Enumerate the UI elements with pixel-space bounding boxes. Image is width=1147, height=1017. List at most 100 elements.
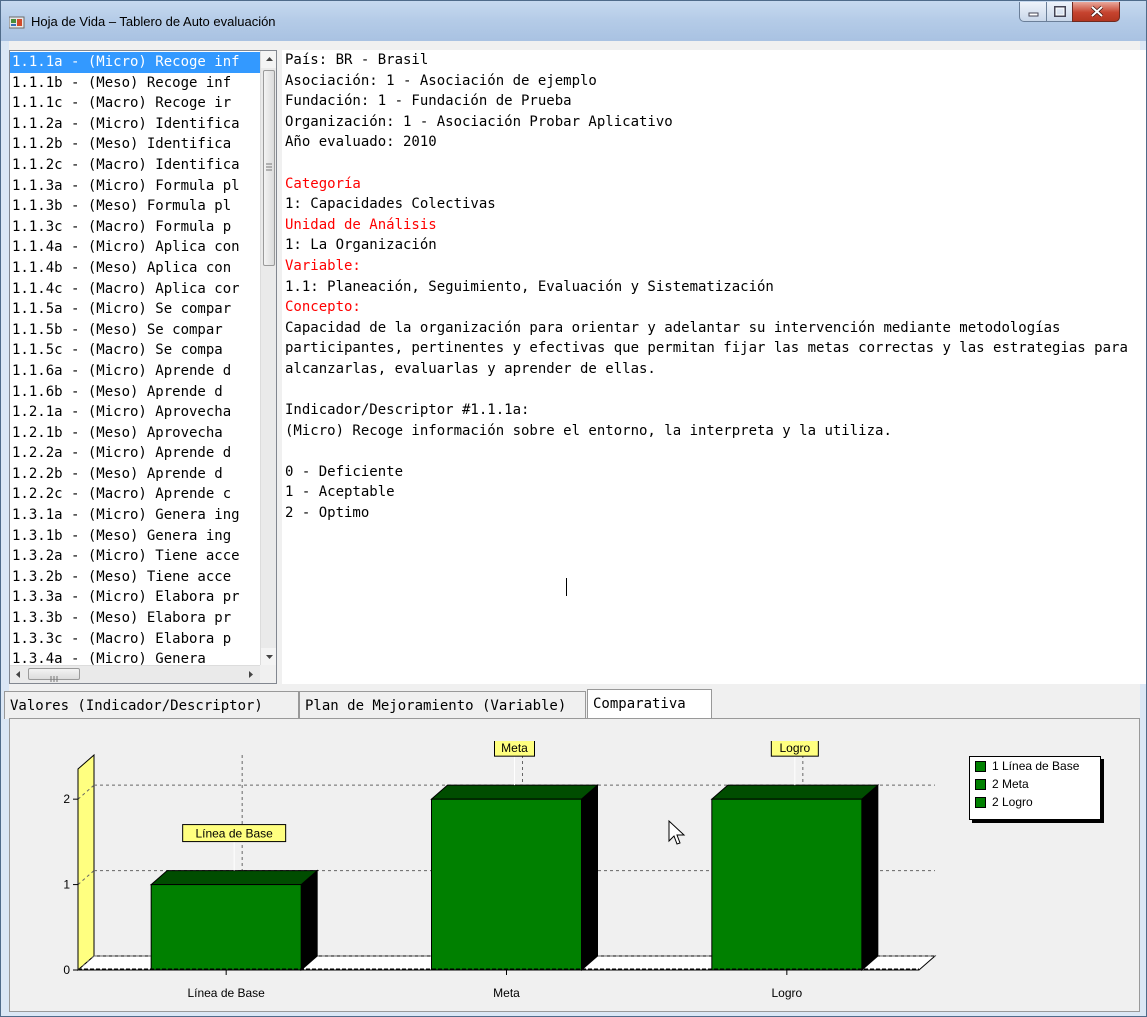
legend-entry: 1 Línea de Base — [970, 757, 1100, 775]
list-item[interactable]: 1.3.1a - (Micro) Genera ing — [10, 505, 260, 526]
list-item[interactable]: 1.3.1b - (Meso) Genera ing — [10, 526, 260, 547]
legend-label: 2 Logro — [992, 795, 1033, 809]
bar — [711, 798, 863, 971]
maximize-button[interactable] — [1046, 2, 1073, 22]
legend-swatch — [975, 779, 986, 790]
tab-comparativa[interactable]: Comparativa — [587, 689, 712, 719]
bar — [431, 798, 582, 971]
list-item[interactable]: 1.3.2a - (Micro) Tiene acce — [10, 546, 260, 567]
comparison-chart: 0 1 2 Línea de Base Línea de Base Meta Meta Log… — [63, 741, 937, 1000]
list-item[interactable]: 1.1.1c - (Macro) Recoge ir — [10, 93, 260, 114]
list-item[interactable]: 1.1.6b - (Meso) Aprende d — [10, 382, 260, 403]
x-tick-label: Línea de Base — [187, 986, 265, 1000]
bar-side — [861, 784, 879, 972]
tab-plan-mejoramiento[interactable]: Plan de Mejoramiento (Variable) — [299, 691, 586, 719]
mark-label: Meta — [501, 741, 528, 755]
list-item[interactable]: 1.1.5c - (Macro) Se compa — [10, 340, 260, 361]
y-tick-label: 2 — [63, 792, 70, 806]
list-item[interactable]: 1.1.2a - (Micro) Identifica — [10, 114, 260, 135]
detail-line: 1 - Aceptable — [285, 484, 395, 501]
list-item[interactable]: 1.1.3c - (Macro) Formula p — [10, 217, 260, 238]
detail-line: 1: Capacidades Colectivas — [285, 196, 496, 213]
legend-entry: 2 Logro — [970, 793, 1100, 811]
list-item[interactable]: 1.3.3c - (Macro) Elabora p — [10, 629, 260, 650]
list-hscroll-thumb[interactable] — [28, 668, 80, 682]
list-item[interactable]: 1.3.3a - (Micro) Elabora pr — [10, 587, 260, 608]
list-item[interactable]: 1.1.5a - (Micro) Se compar — [10, 299, 260, 320]
list-item[interactable]: 1.3.2b - (Meso) Tiene acce — [10, 567, 260, 588]
list-item[interactable]: 1.1.3b - (Meso) Formula pl — [10, 196, 260, 217]
y-tick-label: 0 — [63, 963, 70, 977]
x-tick-label: Logro — [771, 986, 802, 1000]
bar-top — [430, 784, 599, 800]
details-memo[interactable]: País: BR - Brasil Asociación: 1 - Asociac… — [282, 50, 1146, 684]
legend-swatch — [975, 797, 986, 808]
list-item[interactable]: 1.2.1a - (Micro) Aprovecha — [10, 402, 260, 423]
detail-line — [282, 441, 1146, 462]
detail-line: alcanzarlas, evaluarlas y aprender de el… — [285, 360, 656, 377]
list-horizontal-scrollbar[interactable] — [10, 665, 260, 683]
list-item[interactable]: 1.1.3a - (Micro) Formula pl — [10, 176, 260, 197]
detail-line: Capacidad de la organización para orient… — [285, 319, 1061, 336]
detail-line: Año evaluado: 2010 — [285, 134, 437, 151]
mouse-cursor-icon — [668, 819, 686, 845]
list-scroll-thumb[interactable] — [263, 70, 275, 266]
list-item[interactable]: 1.1.2b - (Meso) Identifica — [10, 134, 260, 155]
list-item[interactable]: 1.1.5b - (Meso) Se compar — [10, 320, 260, 341]
section-heading: Concepto: — [285, 299, 361, 316]
mark-label: Logro — [779, 741, 810, 755]
list-item[interactable]: 1.1.4b - (Meso) Aplica con — [10, 258, 260, 279]
detail-line: participantes, pertinentes y efectivas q… — [285, 340, 1128, 357]
grip-icon — [266, 163, 272, 171]
close-button[interactable] — [1072, 2, 1120, 22]
list-item[interactable]: 1.2.2c - (Macro) Aprende c — [10, 484, 260, 505]
mark-label: Línea de Base — [195, 827, 273, 841]
chart-legend: 1 Línea de Base 2 Meta 2 Logro — [969, 756, 1101, 820]
window-title: Hoja de Vida – Tablero de Auto evaluació… — [31, 14, 276, 29]
section-heading: Categoría — [285, 175, 361, 192]
detail-line — [282, 380, 1146, 401]
list-item[interactable]: 1.2.1b - (Meso) Aprovecha — [10, 423, 260, 444]
legend-label: 1 Línea de Base — [992, 759, 1080, 773]
tab-strip: Valores (Indicador/Descriptor) Plan de M… — [1, 689, 1147, 721]
bar-side — [581, 784, 598, 972]
list-item[interactable]: 1.1.1a - (Micro) Recoge inf — [10, 52, 260, 73]
indicator-list[interactable]: 1.1.1a - (Micro) Recoge inf 1.1.1b - (Mes… — [9, 50, 277, 684]
list-item[interactable]: 1.2.2a - (Micro) Aprende d — [10, 443, 260, 464]
bar-side — [300, 869, 318, 972]
maximize-icon — [1054, 6, 1066, 17]
list-item[interactable]: 1.3.3b - (Meso) Elabora pr — [10, 608, 260, 629]
text-caret — [566, 578, 567, 596]
minimize-button[interactable] — [1019, 2, 1047, 22]
list-item[interactable]: 1.1.2c - (Macro) Identifica — [10, 155, 260, 176]
section-heading: Variable: — [285, 257, 361, 274]
y-tick-label: 1 — [63, 878, 70, 892]
list-item[interactable]: 1.2.2b - (Meso) Aprende d — [10, 464, 260, 485]
title-bar[interactable]: Hoja de Vida – Tablero de Auto evaluació… — [1, 1, 1146, 41]
bar-top — [149, 870, 319, 886]
chevron-right-icon[interactable] — [242, 666, 259, 683]
tab-valores[interactable]: Valores (Indicador/Descriptor) — [4, 691, 299, 719]
scroll-down-button[interactable] — [261, 648, 276, 665]
close-icon — [1090, 5, 1104, 18]
bar-top — [710, 784, 880, 800]
bar — [150, 884, 302, 971]
detail-line: 2 - Optimo — [285, 505, 370, 522]
chevron-down-icon — [266, 655, 273, 659]
app-icon — [9, 16, 25, 29]
list-item[interactable]: 1.1.4a - (Micro) Aplica con — [10, 237, 260, 258]
scroll-corner — [260, 665, 276, 683]
legend-entry: 2 Meta — [970, 775, 1100, 793]
detail-line: Asociación: 1 - Asociación de ejemplo — [285, 72, 597, 89]
detail-line: (Micro) Recoge información sobre el ento… — [285, 422, 892, 439]
list-item[interactable]: 1.1.6a - (Micro) Aprende d — [10, 361, 260, 382]
list-item[interactable]: 1.1.4c - (Macro) Aplica cor — [10, 279, 260, 300]
chevron-left-icon[interactable] — [10, 666, 27, 683]
minimize-icon — [1028, 12, 1039, 17]
list-item[interactable]: 1.1.1b - (Meso) Recoge inf — [10, 73, 260, 94]
scroll-up-button[interactable] — [261, 51, 276, 68]
list-vertical-scrollbar[interactable] — [260, 51, 276, 665]
detail-line: 0 - Deficiente — [285, 463, 404, 480]
detail-line: Indicador/Descriptor #1.1.1a: — [285, 402, 530, 419]
app-window: Hoja de Vida – Tablero de Auto evaluació… — [0, 0, 1147, 1017]
